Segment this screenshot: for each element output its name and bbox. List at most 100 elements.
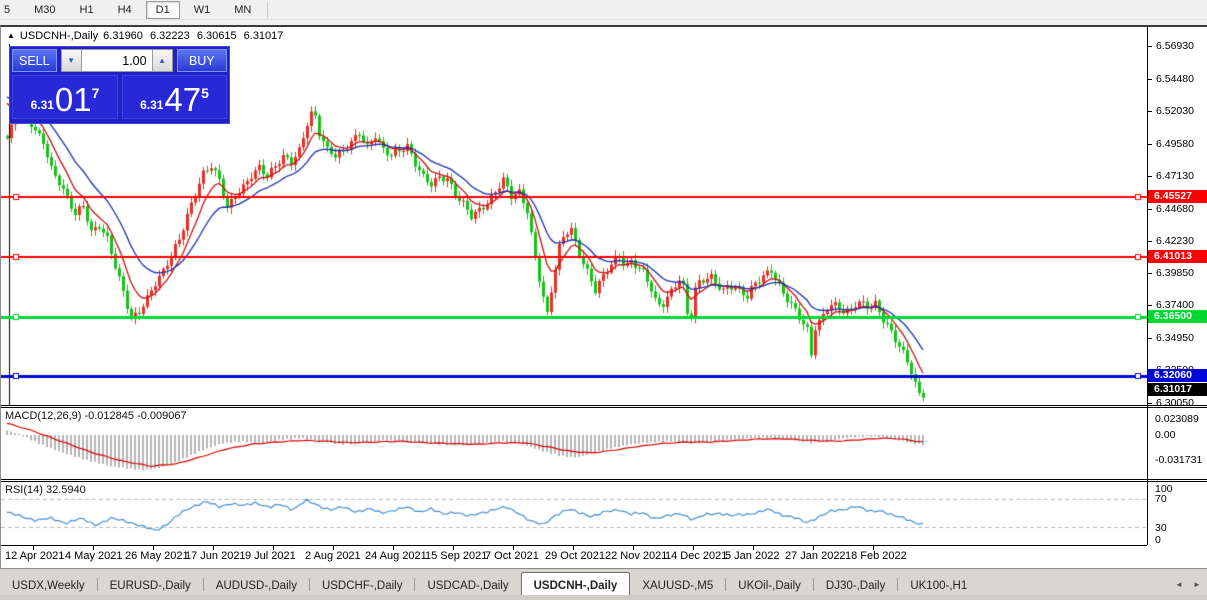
buy-price-pip: 5: [201, 85, 209, 101]
pane-splitter[interactable]: [1, 479, 1207, 482]
level-price-label: 6.36500: [1148, 310, 1207, 324]
low-value: 6.30615: [196, 29, 237, 42]
timeframe-button-mn[interactable]: MN: [224, 1, 261, 19]
tab-eurusd-daily[interactable]: EURUSD-,Daily: [98, 574, 203, 595]
tab-usdx-weekly[interactable]: USDX,Weekly: [0, 574, 97, 595]
toolbar-separator: [267, 1, 269, 18]
macd-axis-tick: 0.023089: [1155, 413, 1199, 425]
time-axis-tick: [93, 546, 94, 550]
pane-splitter[interactable]: [1, 405, 1207, 408]
volume-increase-button[interactable]: ▲: [151, 49, 173, 72]
tab-uk100-h1[interactable]: UK100-,H1: [898, 574, 979, 595]
price-axis-tick: 6.47130: [1147, 170, 1207, 182]
chart-title-bar: ▲ USDCNH-,Daily 6.31960 6.32223 6.30615 …: [7, 28, 287, 43]
time-axis-tick: [153, 546, 154, 550]
rsi-indicator-canvas[interactable]: [1, 482, 1147, 545]
date-label: 7 Oct 2021: [485, 550, 539, 562]
date-label: 26 May 2021: [125, 550, 189, 562]
ohlc-values: 6.31960 6.32223 6.30615 6.31017: [103, 30, 287, 42]
time-axis-tick: [693, 546, 694, 550]
buy-button[interactable]: BUY: [176, 49, 227, 72]
date-label: 5 Jan 2022: [725, 550, 780, 562]
tab-scroll-right-icon[interactable]: ►: [1189, 576, 1205, 592]
time-axis-tick: [333, 546, 334, 550]
date-label: 24 Aug 2021: [365, 550, 427, 562]
buy-price-prefix: 6.31: [140, 98, 164, 112]
price-axis-tick: 6.56930: [1147, 40, 1207, 52]
timeframe-button-h4[interactable]: H4: [108, 1, 142, 19]
rsi-axis-tick: 30: [1155, 522, 1167, 534]
time-axis-tick: [33, 546, 34, 550]
date-label: 12 Apr 2021: [5, 550, 65, 562]
date-label: 9 Jul 2021: [245, 550, 296, 562]
current-price-label: 6.31017: [1148, 383, 1207, 397]
date-label: 27 Jan 2022: [785, 550, 846, 562]
one-click-trading-panel: SELL ▼ ▲ BUY 6.31 01 7 6.31 47 5: [9, 46, 230, 124]
timeframe-button-d1[interactable]: D1: [145, 0, 180, 19]
rsi-label: RSI(14) 32.5940: [5, 484, 86, 496]
collapse-panel-icon[interactable]: ▲: [7, 31, 15, 40]
level-price-label: 6.32060: [1148, 369, 1207, 383]
time-axis-tick: [753, 546, 754, 550]
macd-axis-tick: -0.031731: [1155, 454, 1203, 466]
timeframe-toolbar: 5 M30 H1 H4 D1 W1 MN: [0, 0, 1207, 20]
date-label: 22 Nov 2021: [605, 550, 668, 562]
time-axis-tick: [453, 546, 454, 550]
open-value: 6.31960: [103, 29, 143, 42]
price-axis-tick: 6.44680: [1147, 203, 1207, 215]
tab-scroll-left-icon[interactable]: ◄: [1171, 576, 1187, 592]
macd-label: MACD(12,26,9) -0.012845 -0.009067: [5, 410, 187, 422]
price-axis-tick: 6.42230: [1147, 235, 1207, 247]
tab-usdcad-daily[interactable]: USDCAD-,Daily: [415, 574, 520, 595]
status-strip: [0, 595, 1207, 600]
close-value: 6.31017: [243, 29, 284, 42]
volume-decrease-button[interactable]: ▼: [60, 49, 82, 72]
chart-tab-bar: USDX,Weekly EURUSD-,Daily AUDUSD-,Daily USD…: [0, 568, 1207, 596]
price-axis-tick: 6.49580: [1147, 138, 1207, 150]
tab-ukoil-daily[interactable]: UKOil-,Daily: [726, 574, 813, 595]
time-axis-tick: [813, 546, 814, 550]
chart-symbol-period: USDCNH-,Daily: [19, 29, 99, 42]
macd-axis-tick: 0.00: [1155, 429, 1176, 441]
timeframe-button-m30[interactable]: M30: [24, 1, 65, 19]
buy-price-button[interactable]: 6.31 47 5: [122, 75, 227, 119]
date-label: 17 Jun 2021: [185, 550, 246, 562]
time-axis-tick: [393, 546, 394, 550]
level-price-label: 6.45527: [1148, 190, 1207, 204]
sell-price-big: 01: [54, 81, 92, 118]
date-label: 18 Feb 2022: [845, 550, 907, 562]
sell-price-pip: 7: [91, 85, 100, 101]
sell-price-prefix: 6.31: [30, 98, 54, 112]
sell-button[interactable]: SELL: [12, 49, 57, 72]
time-axis-tick: [633, 546, 634, 550]
timeframe-button-w1[interactable]: W1: [184, 1, 221, 19]
tab-audusd-daily[interactable]: AUDUSD-,Daily: [204, 574, 309, 595]
date-label: 2 Aug 2021: [305, 550, 361, 562]
level-price-label: 6.41013: [1148, 250, 1207, 264]
price-axis-tick: 6.30050: [1147, 397, 1207, 409]
time-axis[interactable]: 12 Apr 2021 4 May 2021 26 May 2021 17 Jun 2…: [1, 546, 1207, 570]
chart-window: ▲ USDCNH-,Daily 6.31960 6.32223 6.30615 …: [0, 25, 1207, 570]
price-axis-tick: 6.34950: [1147, 332, 1207, 344]
tab-xauusd-m5[interactable]: XAUUSD-,M5: [630, 574, 725, 595]
tab-usdchf-daily[interactable]: USDCHF-,Daily: [310, 574, 415, 595]
sell-price-button[interactable]: 6.31 01 7: [12, 75, 118, 119]
timeframe-button-h1[interactable]: H1: [70, 1, 104, 19]
high-value: 6.32223: [149, 29, 190, 42]
timeframe-button-5[interactable]: 5: [0, 1, 20, 19]
volume-input[interactable]: [81, 49, 152, 72]
time-axis-tick: [573, 546, 574, 550]
date-label: 15 Sep 2021: [425, 550, 488, 562]
time-axis-tick: [873, 546, 874, 550]
time-axis-tick: [273, 546, 274, 550]
date-label: 14 Dec 2021: [665, 550, 728, 562]
rsi-axis-tick: 70: [1155, 493, 1167, 505]
date-label: 4 May 2021: [65, 550, 123, 562]
tab-usdcnh-daily[interactable]: USDCNH-,Daily: [520, 572, 631, 596]
tab-dj30-daily[interactable]: DJ30-,Daily: [814, 574, 897, 595]
date-label: 29 Oct 2021: [545, 550, 605, 562]
time-axis-tick: [213, 546, 214, 550]
price-axis-tick: 6.39850: [1147, 267, 1207, 279]
time-axis-tick: [513, 546, 514, 550]
price-axis-tick: 6.52030: [1147, 105, 1207, 117]
